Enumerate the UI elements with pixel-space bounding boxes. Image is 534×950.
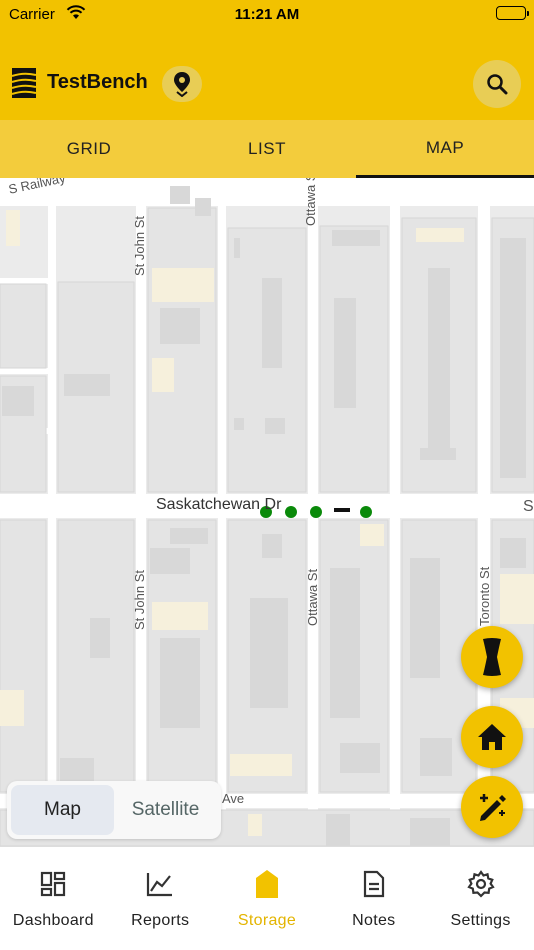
map-type-satellite[interactable]: Satellite — [114, 785, 217, 835]
nav-dashboard-label: Dashboard — [12, 912, 94, 929]
app-title: TestBench — [47, 71, 148, 93]
edit-magic-icon — [480, 794, 506, 821]
street-label-ottawa-bottom: Ottawa St — [305, 568, 320, 626]
logo-icon — [10, 66, 38, 107]
street-label-saskatchewan: Saskatchewan Dr — [156, 496, 282, 513]
tab-map[interactable]: MAP — [356, 120, 534, 178]
location-button[interactable] — [162, 66, 202, 102]
search-icon — [487, 74, 508, 95]
nav-dashboard[interactable]: Dashboard — [0, 847, 107, 950]
gear-icon — [466, 869, 495, 899]
view-tabs: GRID LIST MAP — [0, 120, 534, 178]
phone-icon — [483, 638, 501, 676]
street-label-st-john-top: St John St — [132, 216, 147, 276]
street-label-toronto: Toronto St — [477, 566, 492, 626]
street-label-st-john-bottom: St John St — [132, 570, 147, 630]
status-bar: Carrier 11:21 AM — [0, 0, 534, 30]
tab-list[interactable]: LIST — [178, 120, 356, 178]
nav-notes[interactable]: Notes — [320, 847, 427, 950]
nav-storage-label: Storage — [237, 912, 297, 929]
clock: 11:21 AM — [234, 6, 300, 23]
nav-notes-label: Notes — [352, 912, 396, 929]
nav-settings[interactable]: Settings — [427, 847, 534, 950]
home-button[interactable] — [461, 706, 523, 768]
nav-reports[interactable]: Reports — [107, 847, 214, 950]
tab-grid[interactable]: GRID — [0, 120, 178, 178]
map-view[interactable]: S Railway St John St Ottawa St Saskatche… — [0, 178, 534, 846]
battery-icon — [496, 6, 529, 20]
street-label-s-edge: S — [523, 498, 534, 515]
app-header: TestBench — [0, 30, 534, 120]
phone-button[interactable] — [461, 626, 523, 688]
storage-icon — [253, 869, 281, 899]
home-icon — [478, 724, 506, 750]
street-label-avenue: Ave — [222, 791, 245, 806]
map-type-toggle: Map Satellite — [7, 781, 221, 839]
edit-button[interactable] — [461, 776, 523, 838]
search-button[interactable] — [473, 60, 521, 108]
dashboard-icon — [39, 869, 67, 899]
notes-icon — [360, 869, 388, 899]
street-label-ottawa-top: Ottawa St — [303, 178, 318, 226]
map-type-map[interactable]: Map — [11, 785, 114, 835]
nav-reports-label: Reports — [131, 912, 190, 929]
bottom-nav: Dashboard Reports Storage Notes Settings — [0, 846, 534, 950]
nav-storage[interactable]: Storage — [214, 847, 321, 950]
chart-icon — [146, 869, 174, 899]
location-pin-icon — [174, 72, 190, 97]
nav-settings-label: Settings — [450, 912, 511, 929]
